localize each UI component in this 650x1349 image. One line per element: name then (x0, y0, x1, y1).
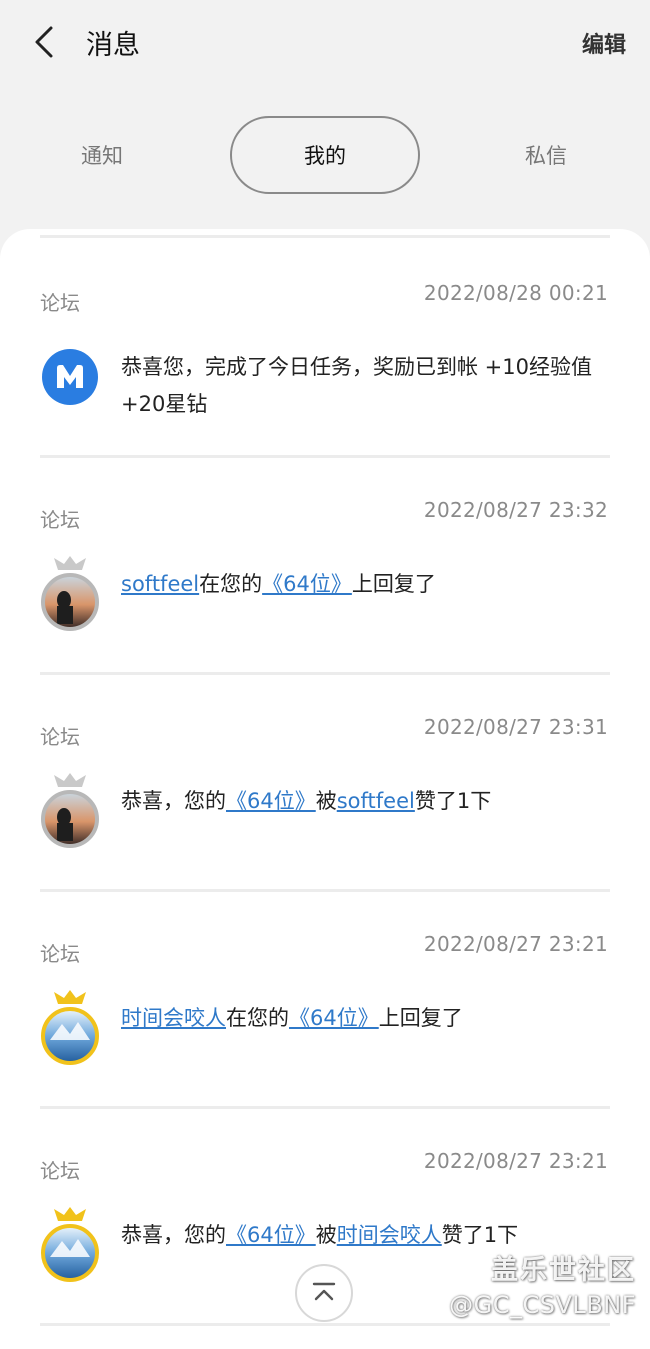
divider (40, 1323, 610, 1326)
message-text-segment: 在您的 (199, 572, 263, 596)
watermark-brand: 盖乐世社区 (491, 1255, 636, 1286)
message-text: 恭喜您，完成了今日任务，奖励已到帐 +10经验值 +20星钻 (121, 349, 616, 423)
message-text-segment: 恭喜，您的 (121, 789, 226, 813)
avatar[interactable] (40, 556, 100, 632)
page-title: 消息 (86, 30, 140, 61)
message-item[interactable]: 论坛 2022/08/28 00:21 恭喜您，完成了今日任务，奖励已到帐 +10经… (0, 241, 650, 458)
message-text-segment: 赞了1下 (441, 1223, 519, 1247)
message-timestamp: 2022/08/27 23:31 (423, 715, 608, 739)
message-source: 论坛 (40, 725, 80, 749)
message-source: 论坛 (40, 942, 80, 966)
message-text-segment: 被 (315, 789, 337, 813)
message-item[interactable]: 论坛 2022/08/27 23:21 时间会咬人在您的《64位》上回复了 (0, 892, 650, 1109)
message-source: 论坛 (40, 291, 80, 315)
app-screen: 消息 编辑 通知 我的 私信 论坛 2022/08/28 00:21 恭喜您，完成了… (0, 0, 650, 1349)
message-source: 论坛 (40, 508, 80, 532)
message-link[interactable]: 《64位》 (226, 1223, 316, 1247)
message-item[interactable]: 论坛 2022/08/27 23:32 softfeel在您的《64位》上回复了 (0, 458, 650, 675)
divider (40, 235, 610, 238)
message-list[interactable]: 论坛 2022/08/28 00:21 恭喜您，完成了今日任务，奖励已到帐 +10经… (0, 229, 650, 1349)
tab-private-messages[interactable]: 私信 (474, 116, 618, 194)
message-text-segment: 上回复了 (351, 572, 436, 596)
message-link[interactable]: 时间会咬人 (337, 1223, 442, 1247)
avatar[interactable] (40, 1207, 100, 1283)
message-item[interactable]: 论坛 2022/08/27 23:31 恭喜，您的《64位》被softfeel赞了1… (0, 675, 650, 892)
back-button[interactable] (26, 22, 62, 62)
message-text-segment: 恭喜，您的 (121, 1223, 226, 1247)
silver-crown-avatar (41, 773, 99, 848)
message-link[interactable]: 时间会咬人 (121, 1006, 226, 1030)
message-timestamp: 2022/08/27 23:21 (423, 1149, 608, 1173)
tab-bar: 通知 我的 私信 (0, 116, 650, 196)
message-link[interactable]: softfeel (337, 789, 415, 813)
message-text: 恭喜，您的《64位》被softfeel赞了1下 (121, 783, 616, 820)
avatar[interactable] (40, 773, 100, 849)
message-text: softfeel在您的《64位》上回复了 (121, 566, 616, 603)
message-text-segment: 在您的 (226, 1006, 289, 1030)
message-source: 论坛 (40, 1159, 80, 1183)
message-text-segment: 恭喜您，完成了今日任务，奖励已到帐 +10经验值 +20星钻 (121, 355, 592, 416)
avatar[interactable] (40, 990, 100, 1066)
chevron-up-to-top-icon (312, 1282, 336, 1301)
message-timestamp: 2022/08/27 23:21 (423, 932, 608, 956)
message-link[interactable]: 《64位》 (226, 789, 316, 813)
watermark-handle: @GC_CSVLBNF (449, 1291, 636, 1319)
message-link[interactable]: softfeel (121, 572, 199, 596)
gold-crown-avatar (41, 990, 99, 1065)
gold-crown-avatar (41, 1207, 99, 1282)
top-bar: 消息 编辑 (0, 0, 650, 86)
chevron-left-icon (35, 26, 53, 58)
message-text-segment: 被 (315, 1223, 337, 1247)
silver-crown-avatar (41, 556, 99, 631)
message-text-segment: 赞了1下 (414, 789, 492, 813)
tab-mine[interactable]: 我的 (230, 116, 420, 194)
message-timestamp: 2022/08/28 00:21 (423, 281, 608, 305)
message-text: 时间会咬人在您的《64位》上回复了 (121, 1000, 616, 1037)
message-link[interactable]: 《64位》 (262, 572, 352, 596)
scroll-to-top-button[interactable] (295, 1264, 353, 1322)
tab-notifications[interactable]: 通知 (30, 116, 174, 194)
edit-button[interactable]: 编辑 (582, 27, 626, 59)
avatar[interactable] (40, 339, 100, 415)
m-logo-icon (42, 349, 98, 405)
message-timestamp: 2022/08/27 23:32 (423, 498, 608, 522)
message-text-segment: 上回复了 (378, 1006, 463, 1030)
message-link[interactable]: 《64位》 (289, 1006, 379, 1030)
